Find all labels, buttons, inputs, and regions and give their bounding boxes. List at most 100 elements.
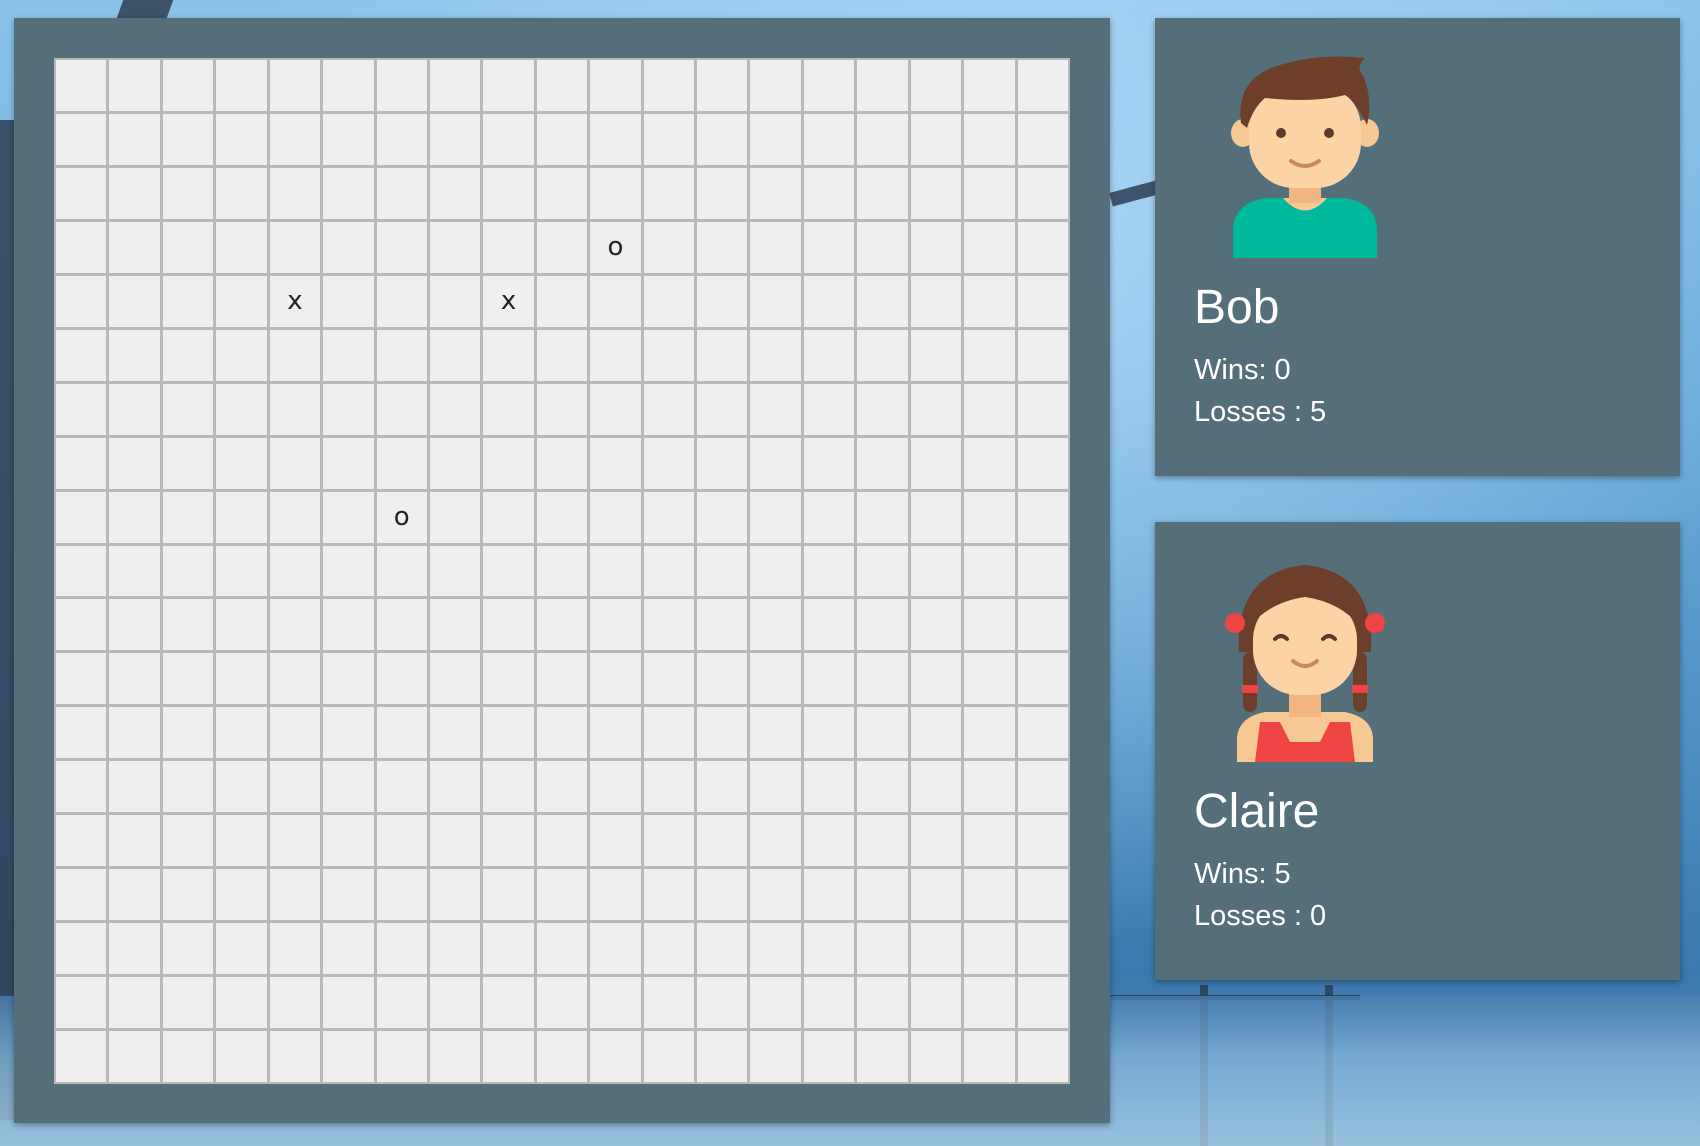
board-cell[interactable]	[56, 599, 107, 651]
board-cell[interactable]	[323, 653, 374, 705]
board-cell[interactable]	[429, 221, 481, 273]
board-cell[interactable]	[56, 923, 107, 975]
board-cell[interactable]	[1017, 437, 1068, 489]
board-cell[interactable]	[109, 60, 160, 111]
board-cell[interactable]	[643, 437, 695, 489]
board-cell[interactable]	[162, 383, 214, 435]
board-cell[interactable]	[269, 329, 321, 381]
board-cell[interactable]	[1017, 869, 1068, 921]
board-cell[interactable]	[910, 491, 962, 543]
board-cell[interactable]	[857, 599, 908, 651]
board-cell[interactable]	[269, 545, 321, 597]
board-cell[interactable]	[216, 167, 267, 219]
board-cell[interactable]	[483, 815, 534, 867]
board-cell[interactable]	[536, 977, 588, 1029]
board-cell[interactable]	[857, 275, 908, 327]
board-cell[interactable]	[56, 60, 107, 111]
board-cell[interactable]	[643, 545, 695, 597]
board-cell[interactable]	[536, 653, 588, 705]
board-cell[interactable]	[910, 599, 962, 651]
board-cell[interactable]	[109, 545, 160, 597]
board-cell[interactable]	[857, 653, 908, 705]
board-cell[interactable]	[964, 815, 1015, 867]
board-cell[interactable]	[590, 761, 641, 813]
board-cell[interactable]	[376, 113, 427, 165]
board-cell[interactable]	[910, 60, 962, 111]
board-cell[interactable]	[429, 977, 481, 1029]
board-cell[interactable]	[910, 977, 962, 1029]
board-cell[interactable]	[750, 383, 801, 435]
board-cell[interactable]	[964, 60, 1015, 111]
board-cell[interactable]	[964, 491, 1015, 543]
board-cell[interactable]	[803, 1031, 855, 1082]
board-cell[interactable]	[1017, 275, 1068, 327]
board-cell[interactable]	[803, 491, 855, 543]
board-cell[interactable]	[590, 113, 641, 165]
board-cell[interactable]	[269, 761, 321, 813]
board-cell[interactable]	[216, 869, 267, 921]
board-cell[interactable]	[429, 869, 481, 921]
board-cell[interactable]	[323, 761, 374, 813]
board-cell[interactable]	[376, 437, 427, 489]
board-cell[interactable]	[323, 437, 374, 489]
board-cell[interactable]	[697, 977, 748, 1029]
board-cell[interactable]	[429, 707, 481, 759]
board-cell[interactable]	[1017, 383, 1068, 435]
board-cell[interactable]	[750, 653, 801, 705]
board-cell[interactable]	[1017, 113, 1068, 165]
board-cell[interactable]	[857, 329, 908, 381]
board-cell[interactable]	[162, 1031, 214, 1082]
board-cell[interactable]	[323, 599, 374, 651]
board-cell[interactable]	[216, 653, 267, 705]
board-cell[interactable]	[750, 707, 801, 759]
board-cell[interactable]	[643, 113, 695, 165]
board-cell[interactable]	[590, 653, 641, 705]
board-cell[interactable]	[323, 923, 374, 975]
board-cell[interactable]	[269, 815, 321, 867]
board-cell[interactable]	[964, 599, 1015, 651]
board-cell[interactable]	[109, 707, 160, 759]
board-cell[interactable]	[1017, 167, 1068, 219]
board-cell[interactable]	[964, 167, 1015, 219]
board-cell[interactable]	[643, 1031, 695, 1082]
board-cell[interactable]	[964, 761, 1015, 813]
board-cell[interactable]	[803, 545, 855, 597]
board-cell[interactable]	[590, 1031, 641, 1082]
board-cell[interactable]: x	[483, 275, 534, 327]
board-cell[interactable]	[750, 437, 801, 489]
board-cell[interactable]	[109, 167, 160, 219]
board-cell[interactable]	[56, 545, 107, 597]
board-cell[interactable]	[269, 869, 321, 921]
board-cell[interactable]	[1017, 60, 1068, 111]
board-cell[interactable]	[750, 761, 801, 813]
board-cell[interactable]	[109, 923, 160, 975]
board-cell[interactable]	[590, 815, 641, 867]
board-cell[interactable]	[216, 707, 267, 759]
board-cell[interactable]	[910, 1031, 962, 1082]
board-cell[interactable]	[536, 221, 588, 273]
board-cell[interactable]	[216, 383, 267, 435]
board-cell[interactable]	[323, 221, 374, 273]
board-cell[interactable]	[643, 275, 695, 327]
board-cell[interactable]	[323, 707, 374, 759]
board-cell[interactable]	[109, 761, 160, 813]
board-cell[interactable]	[216, 329, 267, 381]
board-cell[interactable]	[536, 167, 588, 219]
board-cell[interactable]	[323, 545, 374, 597]
board-cell[interactable]	[56, 869, 107, 921]
board-cell[interactable]: o	[590, 221, 641, 273]
board-cell[interactable]	[56, 437, 107, 489]
board-cell[interactable]	[590, 491, 641, 543]
board-cell[interactable]	[697, 869, 748, 921]
board-cell[interactable]	[162, 221, 214, 273]
board-cell[interactable]	[429, 653, 481, 705]
board-cell[interactable]	[483, 545, 534, 597]
board-cell[interactable]	[323, 60, 374, 111]
board-cell[interactable]	[643, 707, 695, 759]
board-cell[interactable]	[483, 923, 534, 975]
board-cell[interactable]	[269, 491, 321, 543]
board-cell[interactable]	[109, 977, 160, 1029]
board-cell[interactable]	[803, 761, 855, 813]
board-cell[interactable]	[376, 275, 427, 327]
board-cell[interactable]	[429, 1031, 481, 1082]
